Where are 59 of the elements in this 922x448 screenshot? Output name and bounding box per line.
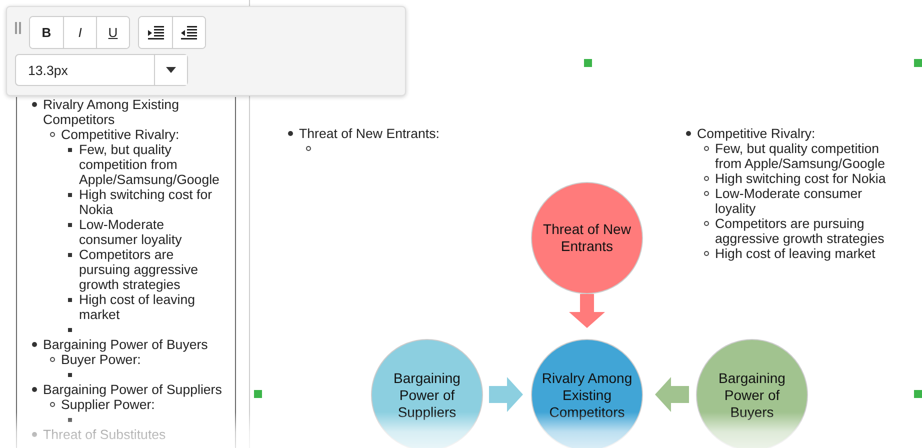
list-item-text: Buyer Power: bbox=[61, 352, 141, 367]
list-item-text: Low-Moderate consumer loyality bbox=[79, 217, 183, 247]
list-item-text: Competitors are pursuing aggressive growth strategies bbox=[715, 216, 886, 246]
list-item-text: Threat of Substitutes bbox=[43, 427, 166, 442]
list-item-text: High switching cost for Nokia bbox=[715, 171, 886, 186]
dropdown-button[interactable] bbox=[154, 55, 187, 85]
bullet-icon bbox=[704, 146, 708, 151]
list-item-text: Competitive Rivalry: bbox=[697, 126, 816, 141]
bullet-icon bbox=[704, 251, 708, 256]
underline-button[interactable]: U bbox=[96, 17, 129, 48]
list-item-text: High cost of leaving market bbox=[715, 246, 876, 261]
bullet-icon bbox=[686, 131, 690, 136]
bullet-icon bbox=[68, 328, 72, 332]
list-item-text: Low-Moderate consumer loyality bbox=[715, 186, 864, 216]
bullet-icon bbox=[50, 357, 54, 362]
diagram-node: Rivalry Among Existing Competitors bbox=[531, 339, 643, 448]
list-item-text: Competitive Rivalry: bbox=[61, 127, 180, 142]
list-item-text: Bargaining Power of Suppliers bbox=[43, 382, 222, 397]
selection-handle[interactable] bbox=[254, 390, 262, 398]
bullet-icon bbox=[68, 252, 72, 256]
font-size-select[interactable]: 13.3px bbox=[15, 54, 188, 86]
bullet-icon bbox=[704, 176, 708, 181]
diagram-node: Threat of New Entrants bbox=[531, 182, 643, 294]
list-item-text: Competitors are pursuing aggressive growth strategies bbox=[79, 247, 200, 292]
bullet-icon bbox=[68, 298, 72, 302]
bullet-icon bbox=[704, 221, 708, 226]
bullet-icon bbox=[32, 102, 36, 107]
bullet-icon bbox=[704, 191, 708, 196]
list-item-text: Bargaining Power of Buyers bbox=[43, 337, 208, 352]
bullet-icon bbox=[306, 146, 310, 151]
outdent-icon bbox=[181, 26, 197, 40]
selection-handle[interactable] bbox=[584, 59, 592, 67]
bullet-icon bbox=[68, 222, 72, 226]
list-item-text: Few, but quality competition from Apple/Samsung/Google bbox=[715, 141, 886, 171]
bullet-icon bbox=[32, 342, 36, 347]
bullet-icon bbox=[288, 131, 292, 136]
bullet-icon bbox=[68, 418, 72, 422]
outdent-button[interactable] bbox=[172, 17, 205, 48]
list-item-text: High cost of leaving market bbox=[79, 292, 196, 322]
bullet-icon bbox=[32, 432, 36, 437]
bullet-icon bbox=[32, 387, 36, 392]
indent-icon bbox=[148, 26, 164, 40]
text-editor[interactable] bbox=[16, 97, 236, 448]
bullet-icon bbox=[68, 148, 72, 152]
bullet-icon bbox=[50, 402, 54, 407]
caret-icon bbox=[166, 67, 176, 73]
bullet-icon bbox=[68, 372, 72, 376]
drag-handle-icon[interactable] bbox=[15, 22, 21, 34]
list-item-text: Supplier Power: bbox=[61, 397, 155, 412]
selection-handle[interactable] bbox=[914, 59, 922, 67]
bullet-icon bbox=[68, 192, 72, 196]
diagram-node: Bargaining Power of Buyers bbox=[696, 339, 808, 448]
diagram-node: Bargaining Power of Suppliers bbox=[371, 339, 483, 448]
list-item-text: Threat of New Entrants: bbox=[299, 126, 440, 141]
list-item-text: Few, but quality competition from Apple/Samsung/Google bbox=[79, 142, 220, 187]
list-item-text: Rivalry Among Existing Competitors bbox=[43, 97, 180, 127]
list-item-text: High switching cost for Nokia bbox=[79, 187, 214, 217]
selection-handle[interactable] bbox=[914, 390, 922, 398]
bullet-icon bbox=[50, 132, 54, 137]
